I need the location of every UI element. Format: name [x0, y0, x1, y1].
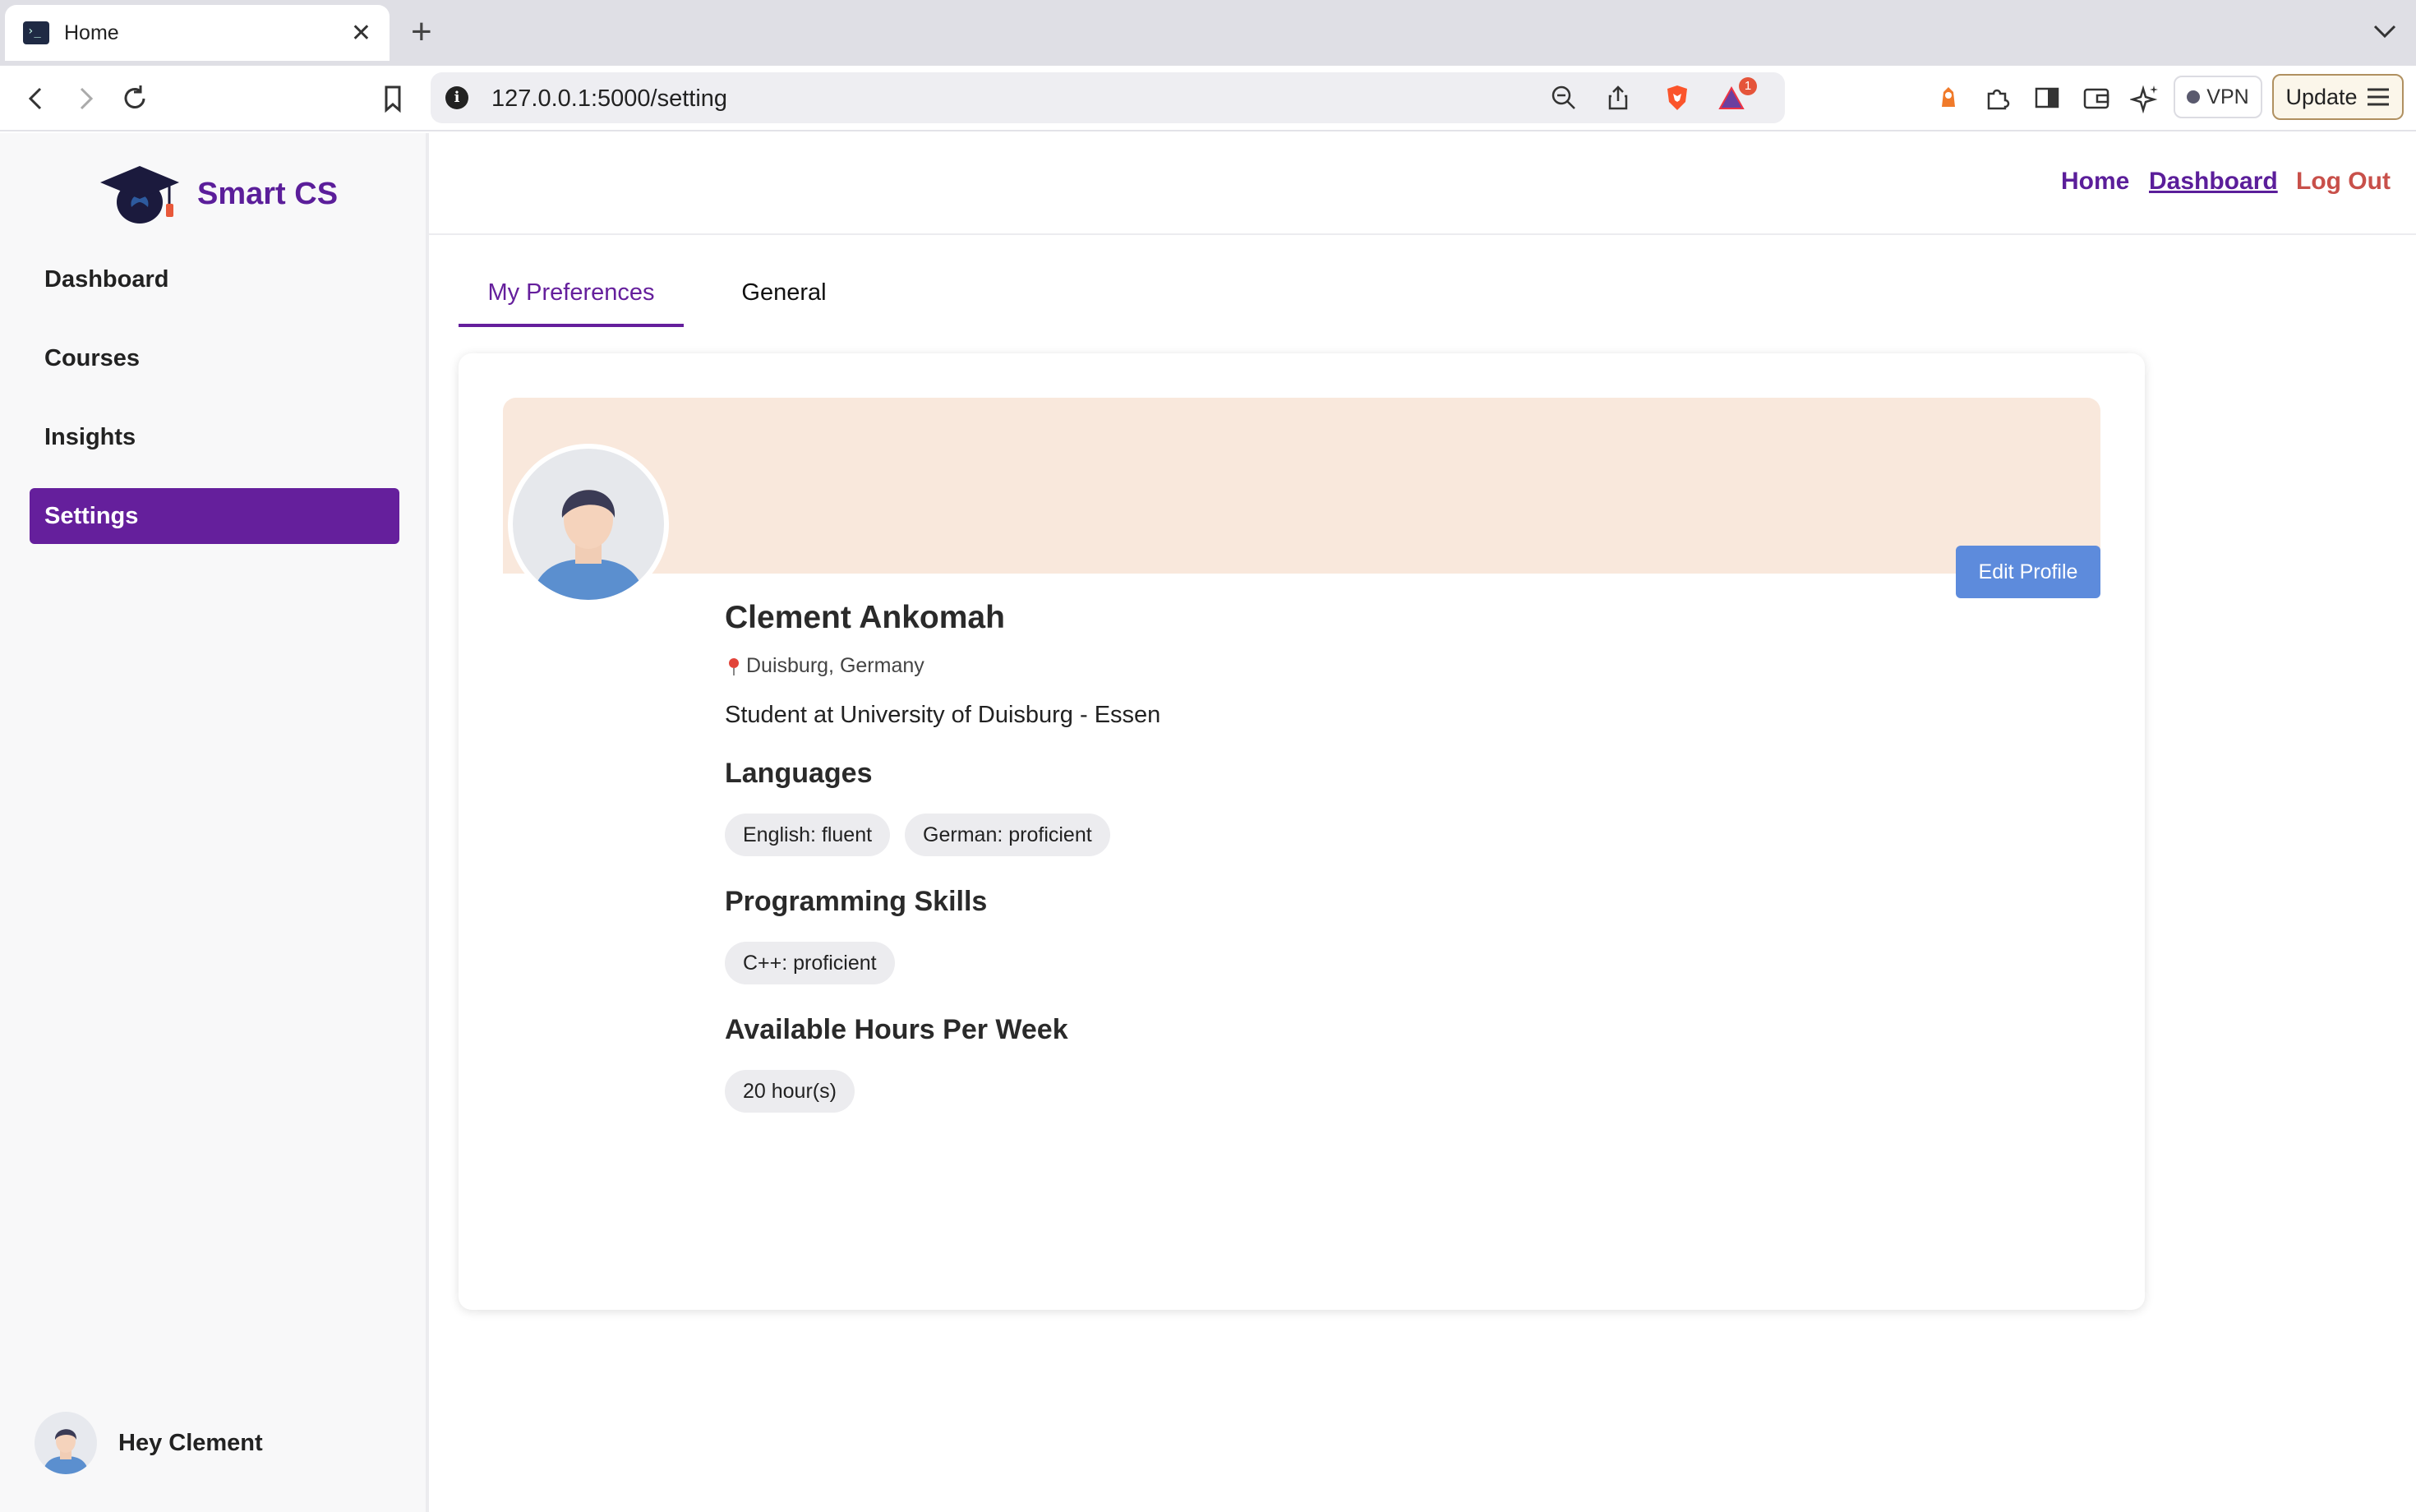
user-chip[interactable]: Hey Clement [35, 1412, 263, 1474]
forward-icon[interactable] [69, 82, 102, 115]
sidebar-item-settings[interactable]: Settings [30, 488, 399, 544]
extension-fox-icon[interactable] [1933, 82, 1964, 113]
skills-heading: Programming Skills [725, 886, 988, 917]
languages-heading: Languages [725, 758, 873, 789]
brave-shields-icon[interactable] [1663, 84, 1691, 112]
url-text[interactable]: 127.0.0.1:5000/setting [491, 85, 727, 113]
bookmark-icon[interactable] [376, 82, 409, 115]
browser-tab-home[interactable]: Home ✕ [5, 5, 390, 61]
menu-icon [2367, 88, 2389, 106]
edit-profile-label: Edit Profile [1978, 560, 2078, 583]
update-label: Update [2285, 84, 2358, 109]
sidebar-item-label: Settings [44, 502, 139, 529]
language-pill: English: fluent [725, 814, 891, 856]
update-button[interactable]: Update [2272, 74, 2404, 120]
wallet-icon[interactable] [2081, 82, 2112, 113]
back-icon[interactable] [20, 82, 53, 115]
profile-card: Edit Profile Clement Ankomah Duisburg, G… [459, 353, 2145, 1310]
vpn-status-icon [2187, 90, 2201, 104]
brand[interactable]: Smart CS [99, 163, 338, 225]
avatar [35, 1412, 97, 1474]
terminal-favicon-icon [23, 21, 49, 44]
edit-profile-button[interactable]: Edit Profile [1956, 546, 2100, 598]
sidebar-item-courses[interactable]: Courses [30, 330, 399, 386]
site-info-icon[interactable]: i [445, 86, 468, 109]
sidebar-item-label: Courses [44, 344, 141, 371]
skill-pill: C++: proficient [725, 942, 895, 984]
language-pill: German: proficient [905, 814, 1110, 856]
skills-list: C++: proficient [725, 942, 895, 984]
profile-bio: Student at University of Duisburg - Esse… [725, 702, 1161, 728]
browser-tab-strip: Home ✕ + [0, 0, 2416, 66]
vpn-button[interactable]: VPN [2174, 76, 2262, 118]
sidebar: Smart CS Dashboard Courses Insights Sett… [0, 133, 429, 1512]
browser-toolbar: i 127.0.0.1:5000/setting 1 VPN Update [0, 66, 2416, 131]
address-bar[interactable]: i 127.0.0.1:5000/setting 1 [431, 72, 1785, 123]
vpn-label: VPN [2206, 85, 2249, 108]
zoom-out-icon[interactable] [1550, 84, 1578, 112]
hours-heading: Available Hours Per Week [725, 1014, 1068, 1045]
sidebar-item-insights[interactable]: Insights [30, 409, 399, 465]
user-greeting: Hey Clement [118, 1429, 263, 1456]
profile-avatar [508, 444, 669, 605]
new-tab-icon[interactable]: + [411, 12, 432, 53]
nav-logout-link[interactable]: Log Out [2296, 168, 2391, 196]
chevron-down-icon[interactable] [2368, 15, 2401, 48]
map-pin-icon [729, 657, 739, 675]
nav-home-link[interactable]: Home [2061, 168, 2129, 196]
brand-name: Smart CS [197, 176, 339, 211]
tab-label: General [741, 279, 827, 306]
tab-title: Home [64, 21, 119, 44]
rewards-badge: 1 [1739, 77, 1757, 95]
close-tab-icon[interactable]: ✕ [351, 19, 371, 48]
extensions-puzzle-icon[interactable] [1982, 82, 2013, 113]
graduation-cap-logo-icon [100, 166, 179, 224]
share-icon[interactable] [1604, 84, 1632, 112]
sidebar-item-dashboard[interactable]: Dashboard [30, 251, 399, 307]
location-text: Duisburg, Germany [746, 654, 924, 677]
tab-my-preferences[interactable]: My Preferences [459, 261, 684, 327]
sidebar-item-label: Insights [44, 423, 136, 450]
profile-banner: Edit Profile [503, 398, 2100, 598]
sidebar-item-label: Dashboard [44, 265, 169, 293]
reload-icon[interactable] [118, 82, 151, 115]
tab-general[interactable]: General [712, 261, 856, 324]
languages-list: English: fluent German: proficient [725, 814, 1110, 856]
top-navbar: Home Dashboard Log Out [429, 133, 2416, 235]
profile-location: Duisburg, Germany [726, 654, 924, 678]
sidebar-toggle-icon[interactable] [2031, 82, 2063, 113]
hours-pill: 20 hour(s) [725, 1070, 855, 1113]
hours-list: 20 hour(s) [725, 1070, 855, 1113]
leo-ai-icon[interactable] [2130, 82, 2161, 113]
nav-dashboard-link[interactable]: Dashboard [2149, 168, 2278, 196]
tab-label: My Preferences [487, 279, 655, 306]
profile-name: Clement Ankomah [725, 600, 1005, 635]
